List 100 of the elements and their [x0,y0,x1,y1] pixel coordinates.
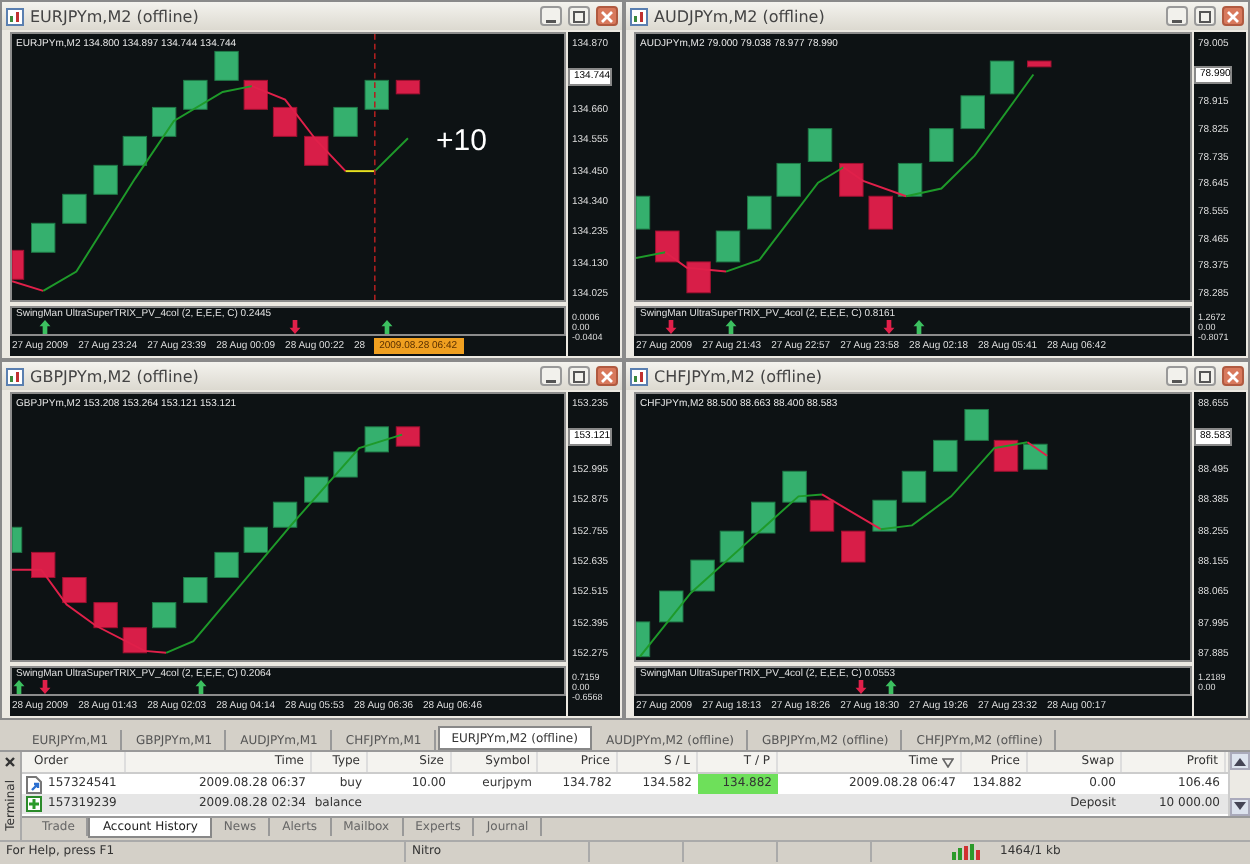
falling-brick [1027,60,1052,68]
rising-brick [989,60,1015,95]
close-icon [600,9,614,23]
rising-brick [214,50,239,81]
rising-brick [719,530,745,563]
minimize-button[interactable] [1166,366,1188,386]
rising-brick [151,602,177,629]
rising-brick [715,230,741,263]
rising-brick [782,470,807,503]
up-arrow-icon [380,320,394,335]
falling-brick [655,230,680,263]
rising-brick [151,106,177,137]
maximize-button[interactable] [568,6,590,26]
rising-brick [690,559,715,592]
rising-brick [183,79,208,110]
close-icon [600,369,614,383]
rising-brick [751,501,776,534]
falling-brick [122,627,148,654]
rising-brick [183,577,208,604]
maximize-icon [572,9,586,23]
rising-brick [897,162,923,197]
falling-brick [395,426,421,447]
falling-brick [31,551,56,578]
falling-brick [841,530,866,563]
up-arrow-icon [194,680,208,695]
rising-brick [901,470,927,503]
falling-brick [993,439,1019,472]
chart-icon [630,367,648,385]
rising-brick [364,79,389,110]
minimize-button[interactable] [1166,6,1188,26]
falling-brick [839,162,864,197]
chart-annotation: +10 [436,124,487,158]
minimize-button[interactable] [540,6,562,26]
rising-brick [122,135,148,166]
falling-brick [686,261,711,294]
close-button[interactable] [596,6,618,26]
up-arrow-icon [38,320,52,335]
down-arrow-icon [854,680,868,695]
rising-brick [333,106,358,137]
rising-brick [12,526,23,553]
rising-brick [807,128,833,162]
maximize-icon [1198,9,1212,23]
sort-icon [942,757,954,767]
rising-brick [1023,443,1048,470]
up-arrow-icon [724,320,738,335]
close-button[interactable] [1222,6,1244,26]
maximize-button[interactable] [568,366,590,386]
close-button[interactable] [1222,366,1244,386]
rising-brick [62,193,87,224]
rising-brick [93,164,118,195]
connection-icon [952,844,980,861]
maximize-icon [572,369,586,383]
rising-brick [31,222,56,253]
down-arrow-icon [882,320,896,335]
up-arrow-icon [912,320,926,335]
falling-brick [868,195,893,230]
maximize-button[interactable] [1194,6,1216,26]
rising-brick [243,526,268,553]
up-arrow-icon [12,680,26,695]
chart-icon [630,7,648,25]
falling-brick [809,499,835,532]
scroll-up-button[interactable] [1230,752,1250,770]
rising-brick [964,408,989,441]
rising-brick [747,195,772,230]
maximize-icon [1198,369,1212,383]
rising-brick [659,590,684,623]
scroll-down-button[interactable] [1230,797,1250,816]
rising-brick [933,439,958,472]
rising-brick [929,128,954,162]
close-icon[interactable] [4,756,16,768]
close-icon [1226,369,1240,383]
close-icon [1226,9,1240,23]
falling-brick [62,577,87,604]
rising-brick [304,476,329,503]
down-arrow-icon [38,680,52,695]
rising-brick [776,162,801,197]
rising-brick [272,501,298,528]
chart-icon [6,7,24,25]
falling-brick [304,135,329,166]
rising-brick [636,621,651,658]
falling-brick [93,602,118,629]
falling-brick [12,249,25,280]
window-title: CHFJPYm,M2 (offline) [654,367,823,385]
down-arrow-icon [288,320,302,335]
up-arrow-icon [884,680,898,695]
maximize-button[interactable] [1194,366,1216,386]
window-title: AUDJPYm,M2 (offline) [654,7,825,25]
rising-brick [364,426,389,453]
window-title: GBPJPYm,M2 (offline) [30,367,199,385]
rising-brick [214,551,239,578]
falling-brick [395,79,421,95]
chart-icon [6,367,24,385]
falling-brick [272,106,298,137]
down-arrow-icon [664,320,678,335]
rising-brick [636,195,651,230]
window-title: EURJPYm,M2 (offline) [30,7,199,25]
rising-brick [960,95,985,130]
close-button[interactable] [596,366,618,386]
falling-brick [243,79,268,110]
minimize-button[interactable] [540,366,562,386]
